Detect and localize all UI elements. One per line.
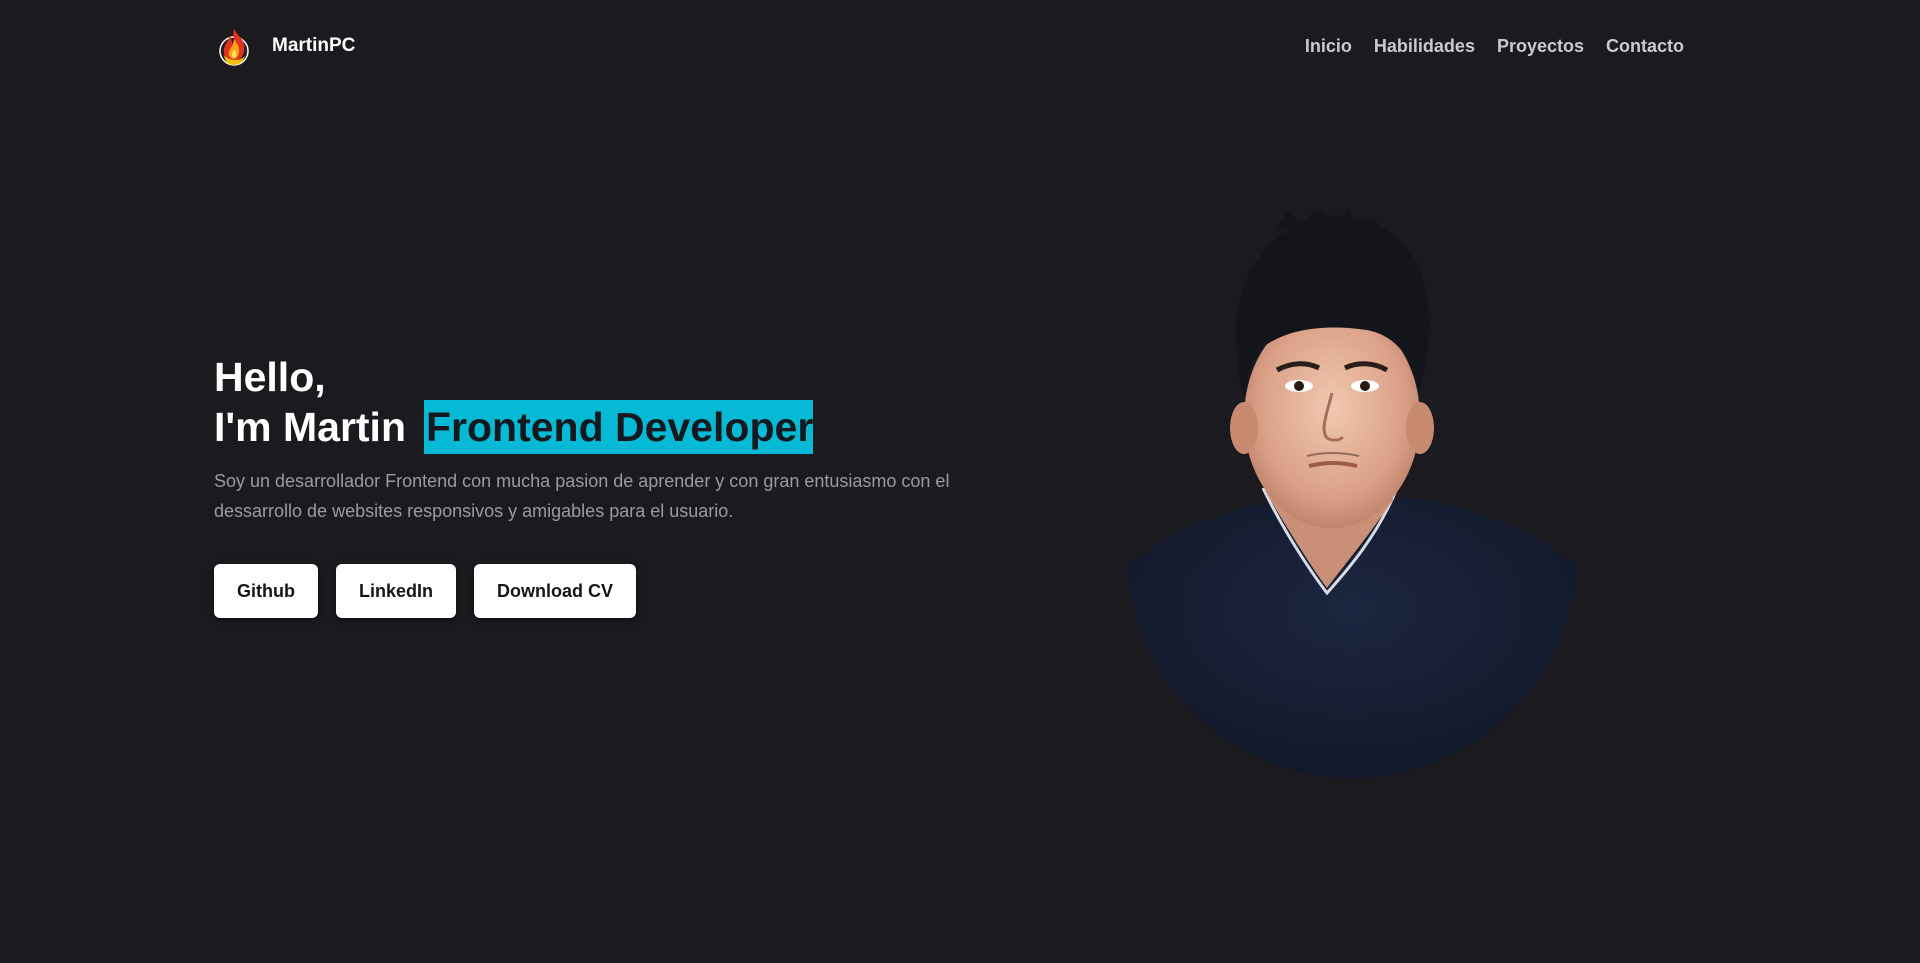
brand-name: MartinPC [272, 35, 356, 56]
profile-photo [1127, 208, 1577, 778]
intro-line: I'm Martin Frontend Developer [214, 400, 974, 454]
main-nav: Inicio Habilidades Proyectos Contacto [1305, 36, 1684, 57]
hero-buttons: Github LinkedIn Download CV [214, 564, 974, 618]
nav-item-contacto[interactable]: Contacto [1606, 36, 1684, 57]
nav-item-habilidades[interactable]: Habilidades [1374, 36, 1475, 57]
intro-name: I'm Martin [214, 404, 406, 450]
site-header: MartinPC Inicio Habilidades Proyectos Co… [214, 22, 1684, 70]
nav-item-proyectos[interactable]: Proyectos [1497, 36, 1584, 57]
linkedin-button[interactable]: LinkedIn [335, 564, 456, 618]
github-button[interactable]: Github [214, 564, 318, 618]
download-cv-button[interactable]: Download CV [474, 564, 636, 618]
page: MartinPC Inicio Habilidades Proyectos Co… [0, 0, 1920, 963]
role-highlight: Frontend Developer [424, 400, 814, 454]
flame-logo-icon [214, 25, 254, 67]
greeting-heading: Hello, [214, 354, 326, 400]
nav-item-inicio[interactable]: Inicio [1305, 36, 1352, 57]
hero-description: Soy un desarrollador Frontend con mucha … [214, 471, 950, 521]
hero-section: Hello, I'm Martin Frontend Developer Soy… [214, 355, 974, 618]
brand[interactable]: MartinPC [214, 25, 355, 67]
